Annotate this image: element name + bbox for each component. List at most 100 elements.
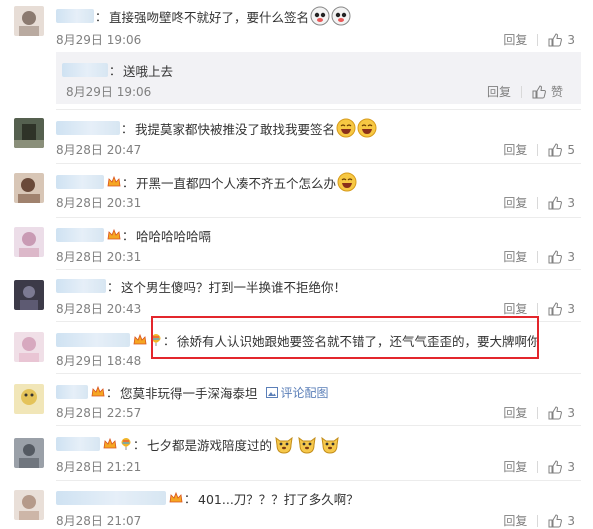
avatar[interactable] — [14, 490, 44, 520]
comment-item: ： 这个男生傻吗？打到一半换谁不拒绝你！ 8月28日 20:43 回复 3 — [0, 270, 593, 322]
image-icon — [265, 386, 278, 398]
comment-text: 直接强吻壁咚不就好了，要什么签名 — [109, 9, 310, 25]
avatar[interactable] — [14, 332, 44, 362]
comment-date: 8月28日 20:43 — [56, 302, 142, 316]
comment-item: ： 401...刀？？？打了多久啊？ 8月28日 21:07 回复 3 — [0, 481, 593, 529]
like-button[interactable]: 3 — [548, 250, 575, 264]
action-divider — [537, 196, 539, 209]
comment-item: ： 开黑一直都四个人凑不齐五个怎么办 8月28日 20:31 回复 3 — [0, 164, 593, 218]
thumbs-up-icon — [548, 513, 563, 527]
comment-actions: 回复 3 — [503, 31, 575, 48]
comment-text: 401...刀？？？打了多久啊？ — [198, 491, 359, 507]
comment-line: ： 您莫非玩得一手深海泰坦 评论配图 — [56, 383, 329, 401]
avatar[interactable] — [14, 173, 44, 203]
dog-face-emoji-icon — [296, 433, 318, 455]
doge-emoji-icon — [310, 6, 330, 26]
username-blurred[interactable] — [56, 9, 94, 23]
reply-button[interactable]: 回复 — [503, 141, 527, 158]
like-count: 3 — [567, 195, 575, 210]
like-button[interactable]: 3 — [548, 302, 575, 316]
comment-date: 8月29日 18:48 — [56, 354, 142, 368]
comment-actions: 回复 3 — [503, 194, 575, 211]
laughing-emoji-icon — [336, 118, 356, 138]
comment-line: ： 开黑一直都四个人凑不齐五个怎么办 — [56, 172, 357, 192]
like-button[interactable]: 3 — [548, 406, 575, 420]
sub-reply-actions: 回复 赞 — [487, 83, 563, 100]
comment-text: 我提莫家都快被推没了敢找我要签名 — [135, 121, 336, 137]
avatar[interactable] — [14, 438, 44, 468]
colon: ： — [133, 437, 146, 452]
comment-date: 8月28日 21:21 — [56, 460, 142, 474]
like-button[interactable]: 3 — [548, 514, 575, 528]
action-divider — [537, 143, 539, 156]
colon: ： — [122, 228, 135, 243]
avatar[interactable] — [14, 280, 44, 310]
action-divider — [537, 406, 539, 419]
username-blurred[interactable] — [56, 491, 166, 505]
like-button[interactable]: 3 — [548, 196, 575, 210]
comment-line: ： 哈哈哈哈哈嗝 — [56, 226, 211, 244]
comment-text: 开黑一直都四个人凑不齐五个怎么办 — [136, 175, 337, 191]
avatar[interactable] — [14, 384, 44, 414]
comment-picture-link[interactable]: 评论配图 — [265, 384, 329, 401]
crown-badge-icon — [133, 333, 147, 347]
username-blurred[interactable] — [56, 121, 120, 135]
thumbs-up-icon — [548, 459, 563, 473]
reply-button[interactable]: 回复 — [503, 458, 527, 475]
sub-reply-date: 8月29日 19:06 — [66, 85, 152, 99]
like-button[interactable]: 3 — [548, 33, 575, 47]
avatar[interactable] — [14, 6, 44, 36]
username-blurred[interactable] — [56, 437, 100, 451]
reply-button[interactable]: 回复 — [503, 194, 527, 211]
reply-button[interactable]: 回复 — [503, 248, 527, 265]
doge-emoji-icon — [331, 6, 351, 26]
sub-reply-text: 送哦上去 — [123, 63, 174, 79]
comment-actions: 回复 3 — [503, 458, 575, 475]
action-divider — [537, 250, 539, 263]
comment-item: ： 直接强吻壁咚不就好了，要什么签名 8月29日 19:06 回复 3 ： 送哦… — [0, 0, 593, 112]
like-count: 3 — [567, 459, 575, 474]
colon: ： — [184, 491, 197, 506]
comment-line: ： 我提莫家都快被推没了敢找我要签名 — [56, 118, 377, 138]
crown-badge-icon — [91, 385, 105, 399]
avatar[interactable] — [14, 118, 44, 148]
comment-item: ： 哈哈哈哈哈嗝 8月28日 20:31 回复 3 — [0, 218, 593, 270]
like-count: 3 — [567, 301, 575, 316]
comment-text: 这个男生傻吗？打到一半换谁不拒绝你！ — [121, 279, 347, 295]
comment-date: 8月28日 20:47 — [56, 143, 142, 157]
colon: ： — [121, 121, 134, 136]
comment-line: ： 直接强吻壁咚不就好了，要什么签名 — [56, 6, 351, 26]
comment-actions: 回复 3 — [503, 404, 575, 421]
like-label: 赞 — [550, 85, 563, 99]
username-blurred[interactable] — [56, 333, 130, 347]
colon: ： — [109, 63, 122, 78]
comment-item: ： 您莫非玩得一手深海泰坦 评论配图 8月28日 22:57 回复 3 — [0, 374, 593, 426]
username-blurred[interactable] — [56, 175, 104, 189]
comment-text: 哈哈哈哈哈嗝 — [136, 228, 212, 244]
reply-button[interactable]: 回复 — [487, 83, 511, 100]
like-button[interactable]: 赞 — [532, 83, 563, 100]
like-button[interactable]: 5 — [548, 143, 575, 157]
comment-date: 8月28日 21:07 — [56, 514, 142, 528]
username-blurred[interactable] — [56, 385, 88, 399]
like-count: 3 — [567, 405, 575, 420]
comment-text: 您莫非玩得一手深海泰坦 — [120, 385, 258, 401]
crown-badge-icon — [103, 437, 117, 451]
reply-button[interactable]: 回复 — [503, 404, 527, 421]
thumbs-up-icon — [548, 32, 563, 46]
reply-button[interactable]: 回复 — [503, 31, 527, 48]
username-blurred[interactable] — [56, 279, 106, 293]
avatar[interactable] — [14, 227, 44, 257]
like-button[interactable]: 3 — [548, 460, 575, 474]
comment-date: 8月28日 20:31 — [56, 250, 142, 264]
thumbs-up-icon — [548, 142, 563, 156]
username-blurred[interactable] — [62, 63, 108, 77]
colon: ： — [106, 385, 119, 400]
username-blurred[interactable] — [56, 228, 104, 242]
crown-badge-icon — [169, 491, 183, 505]
action-divider — [537, 33, 539, 46]
reply-button[interactable]: 回复 — [503, 300, 527, 317]
reply-button[interactable]: 回复 — [503, 512, 527, 529]
action-divider — [537, 460, 539, 473]
rainbow-balloon-icon — [120, 437, 132, 451]
